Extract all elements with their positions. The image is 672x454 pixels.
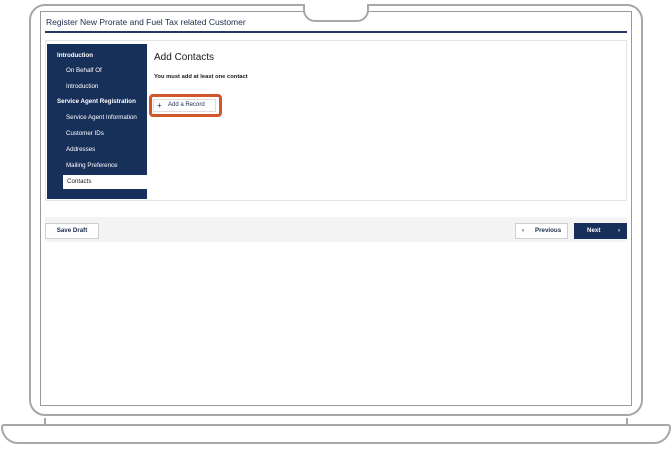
sidebar-item-customer-ids[interactable]: Customer IDs <box>47 127 147 141</box>
title-divider <box>45 31 627 33</box>
laptop-base <box>1 424 671 444</box>
content-heading: Add Contacts <box>154 52 215 63</box>
next-label: Next <box>587 227 601 234</box>
sidebar-item-service-agent-information[interactable]: Service Agent Information <box>47 111 147 125</box>
add-record-button[interactable]: + Add a Record <box>153 99 216 112</box>
add-record-label: Add a Record <box>168 102 205 108</box>
previous-label: Previous <box>535 227 562 234</box>
sidebar-item-introduction[interactable]: Introduction <box>47 80 147 94</box>
laptop-notch <box>303 4 369 22</box>
sidebar-item-on-behalf-of[interactable]: On Behalf Of <box>47 64 147 78</box>
save-draft-button[interactable]: Save Draft <box>45 223 99 239</box>
page-title: Register New Prorate and Fuel Tax relate… <box>46 17 246 27</box>
sidebar-section-service-agent-registration[interactable]: Service Agent Registration <box>47 95 147 109</box>
wizard-sidebar: Introduction On Behalf Of Introduction S… <box>47 44 147 199</box>
plus-icon: + <box>157 101 162 110</box>
previous-button[interactable]: ‹ Previous <box>515 223 568 239</box>
requirement-note: You must add at least one contact <box>154 74 248 80</box>
next-button[interactable]: Next › <box>574 223 627 239</box>
sidebar-item-mailing-preference[interactable]: Mailing Preference <box>47 159 147 173</box>
sidebar-item-addresses[interactable]: Addresses <box>47 143 147 157</box>
laptop-screen: Register New Prorate and Fuel Tax relate… <box>40 11 632 406</box>
sidebar-item-contacts[interactable]: Contacts <box>63 175 147 189</box>
chevron-left-icon: ‹ <box>522 227 525 234</box>
chevron-right-icon: › <box>618 227 621 234</box>
sidebar-section-introduction[interactable]: Introduction <box>47 49 147 63</box>
